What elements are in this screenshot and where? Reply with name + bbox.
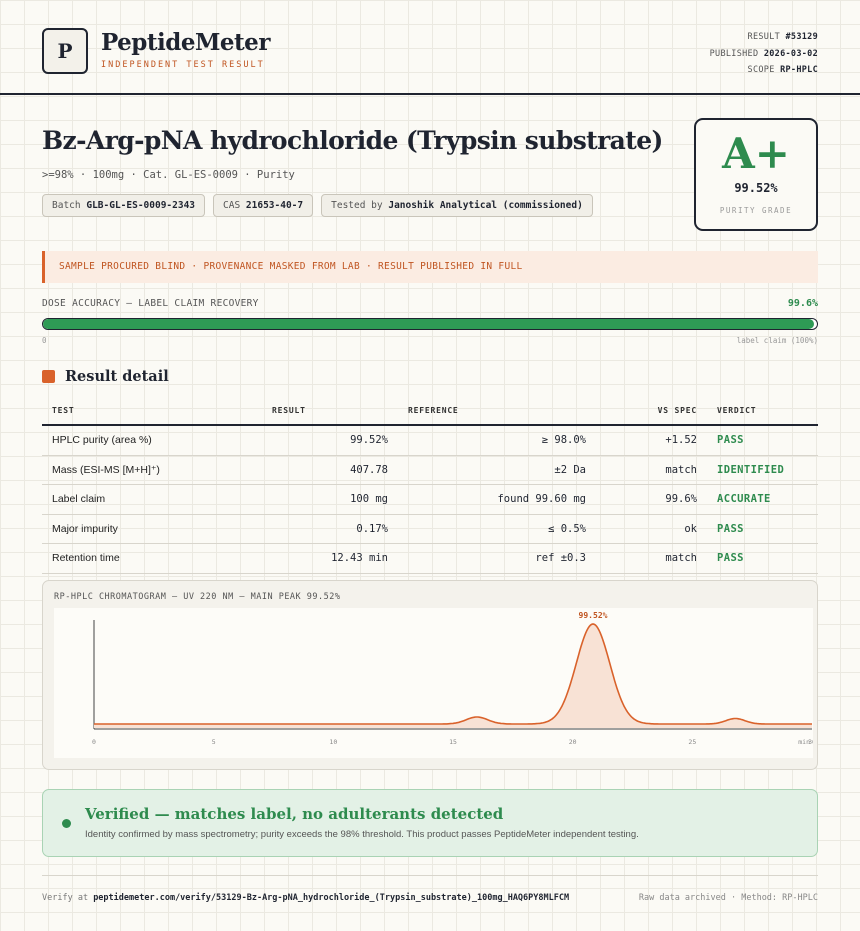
row-spec: match — [596, 455, 707, 485]
row-spec: ok — [596, 514, 707, 544]
x-tick-label: 0 — [92, 738, 96, 746]
grade-label: PURITY GRADE — [719, 206, 793, 215]
row-test: Retention time — [42, 543, 262, 574]
logo-icon: P — [42, 28, 88, 74]
scope-label: SCOPE — [747, 65, 775, 75]
table-header-row: TEST RESULT REFERENCE VS SPEC VERDICT — [42, 397, 818, 426]
table-row: Label claim 100 mg found 99.60 mg 99.6% … — [42, 484, 818, 515]
section-title: Result detail — [65, 368, 169, 385]
table-row: Mass (ESI-MS [M+H]⁺) 407.78 ±2 Da match … — [42, 455, 818, 485]
row-verdict: ACCURATE — [707, 484, 818, 515]
product-chips: Batch GLB-GL-ES-0009-2343 CAS 21653-40-7… — [42, 194, 593, 217]
chromatogram-line — [94, 623, 812, 725]
dose-progress-fill — [43, 319, 814, 329]
row-test: Major impurity — [42, 514, 262, 544]
x-tick-label: 15 — [449, 738, 457, 746]
row-verdict: PASS — [707, 425, 818, 456]
brand-tagline: INDEPENDENT TEST RESULT — [101, 60, 265, 70]
row-spec: +1.52 — [596, 425, 707, 456]
footer-verify: Verify at peptidemeter.com/verify/53129-… — [42, 893, 569, 903]
x-tick-label: 10 — [329, 738, 337, 746]
table-row: Major impurity 0.17% ≤ 0.5% ok PASS — [42, 514, 818, 544]
footer-divider — [42, 875, 818, 876]
row-reference: ref ±0.3 — [398, 543, 596, 574]
cas-value: 21653-40-7 — [245, 200, 304, 211]
tested-label: Tested by — [331, 200, 383, 211]
header-divider — [0, 93, 860, 95]
result-label: RESULT — [747, 32, 781, 42]
chromatogram-chart: 99.52%051015202530min — [92, 611, 816, 746]
chromatogram-fill — [94, 624, 812, 728]
x-tick-label: 25 — [688, 738, 696, 746]
row-reference: ≥ 98.0% — [398, 425, 596, 456]
dose-max-label: label claim (100%) — [736, 336, 818, 345]
published-date: 2026-03-02 — [763, 48, 818, 59]
header-vs-spec: VS SPEC — [596, 397, 707, 426]
row-verdict: PASS — [707, 543, 818, 574]
batch-label: Batch — [52, 200, 81, 211]
table-row: HPLC purity (area %) 99.52% ≥ 98.0% +1.5… — [42, 425, 818, 456]
row-result: 12.43 min — [262, 543, 398, 574]
row-test: Label claim — [42, 484, 262, 515]
verified-dot-icon — [62, 819, 71, 828]
section-square-icon — [42, 370, 55, 383]
row-reference: found 99.60 mg — [398, 484, 596, 515]
row-test: Mass (ESI-MS [M+H]⁺) — [42, 455, 262, 485]
dose-value: 99.6% — [787, 298, 818, 309]
row-spec: match — [596, 543, 707, 574]
verified-text: Identity confirmed by mass spectrometry;… — [85, 829, 639, 840]
table-row: Retention time 12.43 min ref ±0.3 match … — [42, 543, 818, 574]
grade-card: A+ 99.52% PURITY GRADE — [694, 118, 818, 231]
header-test: TEST — [42, 397, 262, 426]
x-tick-label: 20 — [569, 738, 577, 746]
row-test: HPLC purity (area %) — [42, 425, 262, 456]
chromatogram-title: RP-HPLC CHROMATOGRAM — UV 220 NM — MAIN … — [54, 592, 341, 602]
chromatogram-card: RP-HPLC CHROMATOGRAM — UV 220 NM — MAIN … — [42, 580, 818, 770]
row-result: 407.78 — [262, 455, 398, 485]
header-verdict: VERDICT — [707, 397, 818, 426]
published-label: PUBLISHED — [709, 48, 759, 59]
footer-method: Raw data archived · Method: RP-HPLC — [638, 893, 818, 903]
product-title: Bz-Arg-pNA hydrochloride (Trypsin substr… — [42, 126, 663, 155]
grade-value: 99.52% — [734, 181, 778, 195]
x-tick-label: 5 — [212, 738, 216, 746]
row-verdict: IDENTIFIED — [707, 455, 818, 485]
row-spec: 99.6% — [596, 484, 707, 515]
row-result: 0.17% — [262, 514, 398, 544]
verified-panel: Verified — matches label, no adulterants… — [42, 789, 818, 857]
batch-chip: Batch GLB-GL-ES-0009-2343 — [42, 194, 206, 217]
cas-label: CAS — [223, 200, 241, 211]
dose-label: DOSE ACCURACY — LABEL CLAIM RECOVERY — [42, 298, 259, 309]
verify-label: Verify at — [42, 893, 89, 903]
x-unit-label: min — [798, 738, 810, 746]
tested-by-chip: Tested by Janoshik Analytical (commissio… — [321, 194, 593, 217]
dose-min-label: 0 — [42, 336, 47, 345]
tested-value: Janoshik Analytical (commissioned) — [388, 200, 583, 211]
row-result: 99.52% — [262, 425, 398, 456]
row-reference: ±2 Da — [398, 455, 596, 485]
cas-chip: CAS 21653-40-7 — [213, 194, 314, 217]
row-verdict: PASS — [707, 514, 818, 544]
scope-value: RP-HPLC — [780, 65, 818, 75]
dose-progress-bar — [42, 318, 818, 330]
verified-title: Verified — matches label, no adulterants… — [85, 805, 504, 823]
header-reference: REFERENCE — [398, 397, 596, 426]
row-reference: ≤ 0.5% — [398, 514, 596, 544]
result-table: TEST RESULT REFERENCE VS SPEC VERDICT HP… — [42, 397, 818, 574]
provenance-banner: SAMPLE PROCURED BLIND · PROVENANCE MASKE… — [42, 251, 818, 283]
grade-letter: A+ — [722, 129, 790, 178]
result-meta: RESULT #53129 PUBLISHED 2026-03-02 SCOPE… — [710, 29, 818, 79]
row-result: 100 mg — [262, 484, 398, 515]
peak-label: 99.52% — [579, 611, 608, 620]
result-id: #53129 — [785, 32, 818, 42]
verify-link[interactable]: peptidemeter.com/verify/53129-Bz-Arg-pNA… — [93, 893, 569, 903]
header-result: RESULT — [262, 397, 398, 426]
product-subtitle: >=98% · 100mg · Cat. GL-ES-0009 · Purity — [42, 169, 295, 181]
brand-name: PeptideMeter — [101, 29, 270, 56]
chromatogram-plot-area: 99.52%051015202530min — [54, 608, 816, 758]
batch-value: GLB-GL-ES-0009-2343 — [86, 200, 196, 211]
